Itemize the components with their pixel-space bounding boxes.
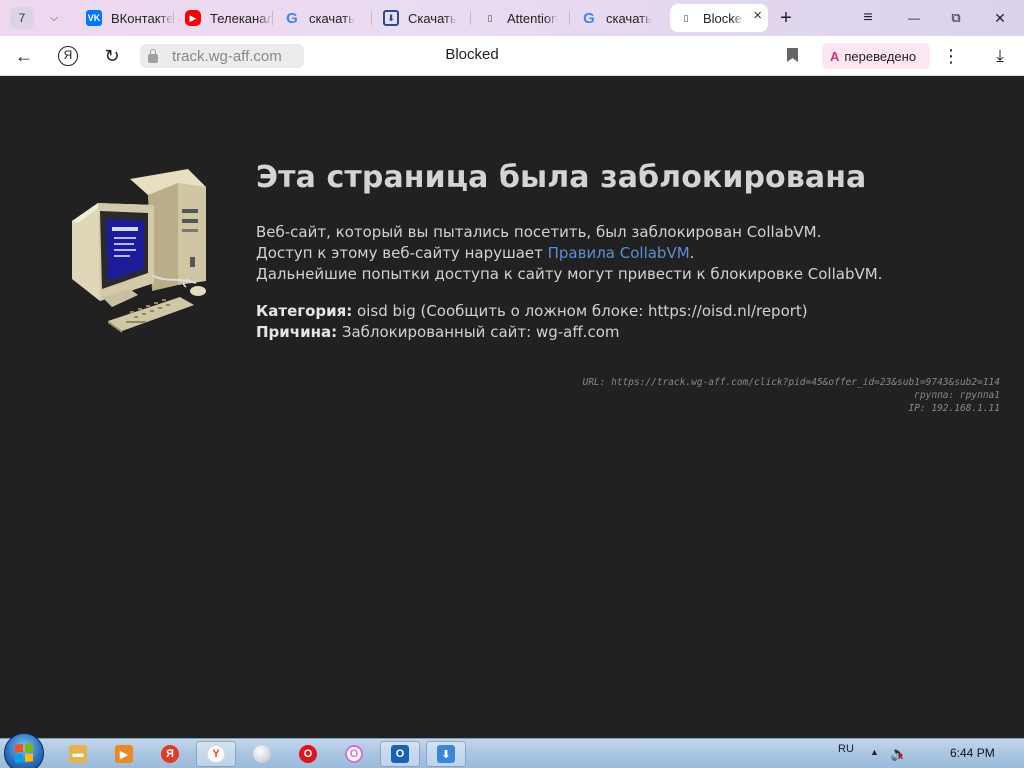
taskbar-yandex[interactable]: Я: [150, 741, 190, 767]
taskbar-clock[interactable]: 6:44 PM: [950, 746, 995, 760]
blocked-page: Эта страница была заблокирована Веб-сайт…: [0, 77, 1024, 738]
language-indicator[interactable]: RU: [838, 743, 854, 755]
back-arrow-icon[interactable]: ←: [12, 44, 36, 68]
translate-label: переведено: [844, 48, 917, 64]
rules-suffix: .: [689, 244, 695, 262]
taskbar-downloader[interactable]: ⬇: [426, 741, 466, 767]
google-icon: G: [583, 9, 595, 27]
restore-icon[interactable]: ⧉: [944, 6, 968, 30]
new-tab-button[interactable]: +: [774, 6, 798, 30]
start-button[interactable]: [4, 733, 44, 768]
more-options-icon[interactable]: ⋮: [942, 44, 960, 68]
page-icon: ▯: [487, 12, 493, 23]
tray-expand-icon[interactable]: ▲: [870, 747, 879, 757]
bookmark-icon[interactable]: [787, 48, 798, 62]
tab-title: ВКонтакте: [111, 10, 174, 26]
tab-title: Blocked: [703, 10, 743, 26]
tab-count-button[interactable]: 7: [10, 7, 34, 29]
collabvm-rules-link[interactable]: Правила CollabVM: [548, 244, 690, 262]
tab-vkontakte[interactable]: VK ВКонтакте: [78, 5, 174, 31]
rules-prefix: Доступ к этому веб-сайту нарушает: [256, 244, 548, 262]
folder-icon: ▬: [69, 745, 87, 763]
taskbar-outlook[interactable]: O: [380, 741, 420, 767]
debug-ip: IP: 192.168.1.11: [908, 403, 1000, 414]
tab-title: Телеканал: [210, 10, 273, 26]
minimize-icon[interactable]: —: [902, 6, 926, 30]
debug-info: URL: https://track.wg-aff.com/click?pid=…: [582, 376, 1000, 415]
tab-download-site[interactable]: ⬇ Скачать: [375, 5, 471, 31]
tabs-dropdown-icon[interactable]: ⌵: [42, 7, 66, 29]
circle-app-icon: ●: [253, 745, 271, 763]
taskbar: ▬ ▶ Я Y ● O O O ⬇ RU ▲ 🔈 x 6:44 PM: [0, 733, 1024, 768]
download-icon[interactable]: ⤓: [988, 44, 1012, 68]
taskbar-circle-app[interactable]: ●: [242, 741, 282, 767]
tab-title: Скачать: [408, 10, 457, 26]
tab-strip: 7 ⌵ VK ВКонтакте ▶ Телеканал G скачать ⬇…: [0, 0, 1024, 36]
close-window-icon[interactable]: ✕: [988, 6, 1012, 30]
outlook-icon: O: [391, 745, 409, 763]
translate-badge[interactable]: A переведено: [822, 43, 930, 69]
windows-logo-icon: [15, 743, 33, 763]
reason-value: Заблокированный сайт: wg-aff.com: [337, 323, 620, 341]
blocked-message-line-2: Доступ к этому веб-сайту нарушает Правил…: [256, 244, 694, 262]
category-label: Категория:: [256, 302, 353, 320]
mute-x-icon: x: [898, 751, 904, 761]
blocked-message-line-1: Веб-сайт, который вы пытались посетить, …: [256, 223, 822, 241]
media-player-icon: ▶: [115, 745, 133, 763]
vk-icon: VK: [86, 10, 102, 26]
blocked-message-line-3: Дальнейшие попытки доступа к сайту могут…: [256, 265, 883, 283]
tab-telekanal[interactable]: ▶ Телеканал: [177, 5, 273, 31]
url-field[interactable]: track.wg-aff.com: [140, 44, 304, 68]
taskbar-explorer[interactable]: ▬: [58, 741, 98, 767]
taskbar-opera-gx[interactable]: O: [334, 741, 374, 767]
google-icon: G: [286, 9, 298, 27]
tab-title: скачать: [309, 10, 355, 26]
taskbar-yandex-browser[interactable]: Y: [196, 741, 236, 767]
blocked-heading: Эта страница была заблокирована: [256, 160, 867, 195]
download-site-icon: ⬇: [383, 10, 399, 26]
taskbar-opera[interactable]: O: [288, 741, 328, 767]
tab-title: скачать: [606, 10, 652, 26]
tab-attention[interactable]: ▯ Attention: [474, 5, 570, 31]
taskbar-media-player[interactable]: ▶: [104, 741, 144, 767]
tab-title: Attention: [507, 10, 559, 26]
page-title: Blocked: [445, 46, 499, 63]
category-row: Категория: oisd big (Сообщить о ложном б…: [256, 302, 808, 320]
url-host: track.wg-aff.com: [172, 47, 282, 65]
reason-row: Причина: Заблокированный сайт: wg-aff.co…: [256, 323, 619, 341]
address-bar: ← Я ↻ track.wg-aff.com Blocked A перевед…: [0, 36, 1024, 76]
download-app-icon: ⬇: [437, 745, 455, 763]
tab-google-search-1[interactable]: G скачать: [276, 5, 372, 31]
lock-icon[interactable]: [148, 48, 158, 63]
page-icon: ▯: [683, 12, 689, 23]
computer-illustration: [72, 169, 206, 333]
yandex-home-icon[interactable]: Я: [58, 46, 78, 66]
opera-icon: O: [299, 745, 317, 763]
tab-blocked-active[interactable]: ▯ Blocked ×: [670, 4, 768, 32]
translate-icon: A: [830, 48, 840, 64]
reload-icon[interactable]: ↻: [100, 44, 124, 68]
opera-gx-icon: O: [345, 745, 363, 763]
yandex-browser-icon: Y: [207, 745, 225, 763]
tab-close-icon[interactable]: ×: [753, 7, 762, 24]
category-value: oisd big (Сообщить о ложном блоке: https…: [352, 302, 808, 320]
youtube-icon: ▶: [185, 10, 201, 26]
debug-group: группа: группа1: [914, 390, 1000, 401]
tab-google-search-2[interactable]: G скачать: [573, 5, 667, 31]
reason-label: Причина:: [256, 323, 338, 341]
debug-url: URL: https://track.wg-aff.com/click?pid=…: [582, 377, 1000, 388]
yandex-icon: Я: [161, 745, 179, 763]
browser-menu-icon[interactable]: ≡: [856, 6, 880, 30]
